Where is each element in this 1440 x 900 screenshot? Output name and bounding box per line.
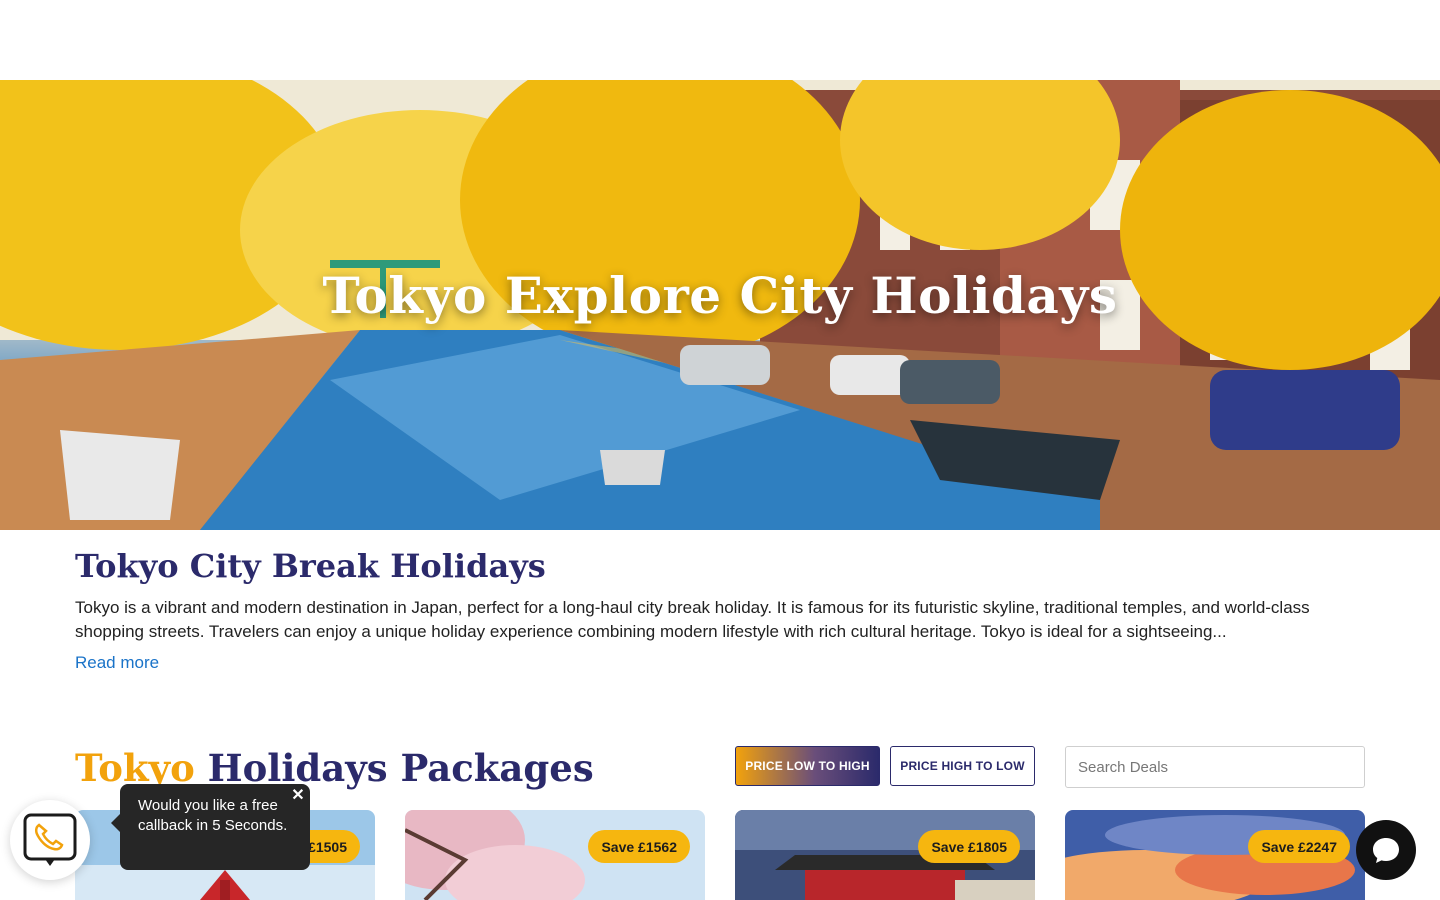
- callback-button[interactable]: [10, 800, 90, 880]
- callback-message: Would you like a free callback in 5 Seco…: [138, 797, 288, 834]
- package-card[interactable]: Save £1562: [405, 810, 705, 900]
- save-badge: Save £2247: [1248, 830, 1350, 863]
- chat-bubble-icon: [1373, 838, 1399, 863]
- read-more-link[interactable]: Read more: [75, 653, 159, 673]
- sort-price-high-to-low-button[interactable]: PRICE HIGH TO LOW: [890, 746, 1035, 786]
- search-deals-input[interactable]: [1065, 746, 1365, 788]
- close-icon[interactable]: ✕: [290, 788, 306, 804]
- intro-heading: Tokyo City Break Holidays: [75, 547, 546, 585]
- callback-tooltip: Would you like a free callback in 5 Seco…: [111, 784, 310, 870]
- intro-section: Tokyo City Break Holidays Tokyo is a vib…: [75, 546, 1365, 673]
- hero-title: Tokyo Explore City Holidays: [322, 266, 1118, 325]
- save-badge: Save £1562: [588, 830, 690, 863]
- top-navigation-bar: [0, 0, 1440, 80]
- phone-chat-icon: [23, 813, 77, 866]
- save-badge: Save £1805: [918, 830, 1020, 863]
- hero-banner: Tokyo Explore City Holidays: [0, 80, 1440, 530]
- package-card[interactable]: Save £2247: [1065, 810, 1365, 900]
- sort-price-low-to-high-button[interactable]: PRICE LOW TO HIGH: [735, 746, 880, 786]
- intro-text: Tokyo is a vibrant and modern destinatio…: [75, 598, 1310, 641]
- package-card[interactable]: Save £1805: [735, 810, 1035, 900]
- chat-button[interactable]: [1356, 820, 1416, 880]
